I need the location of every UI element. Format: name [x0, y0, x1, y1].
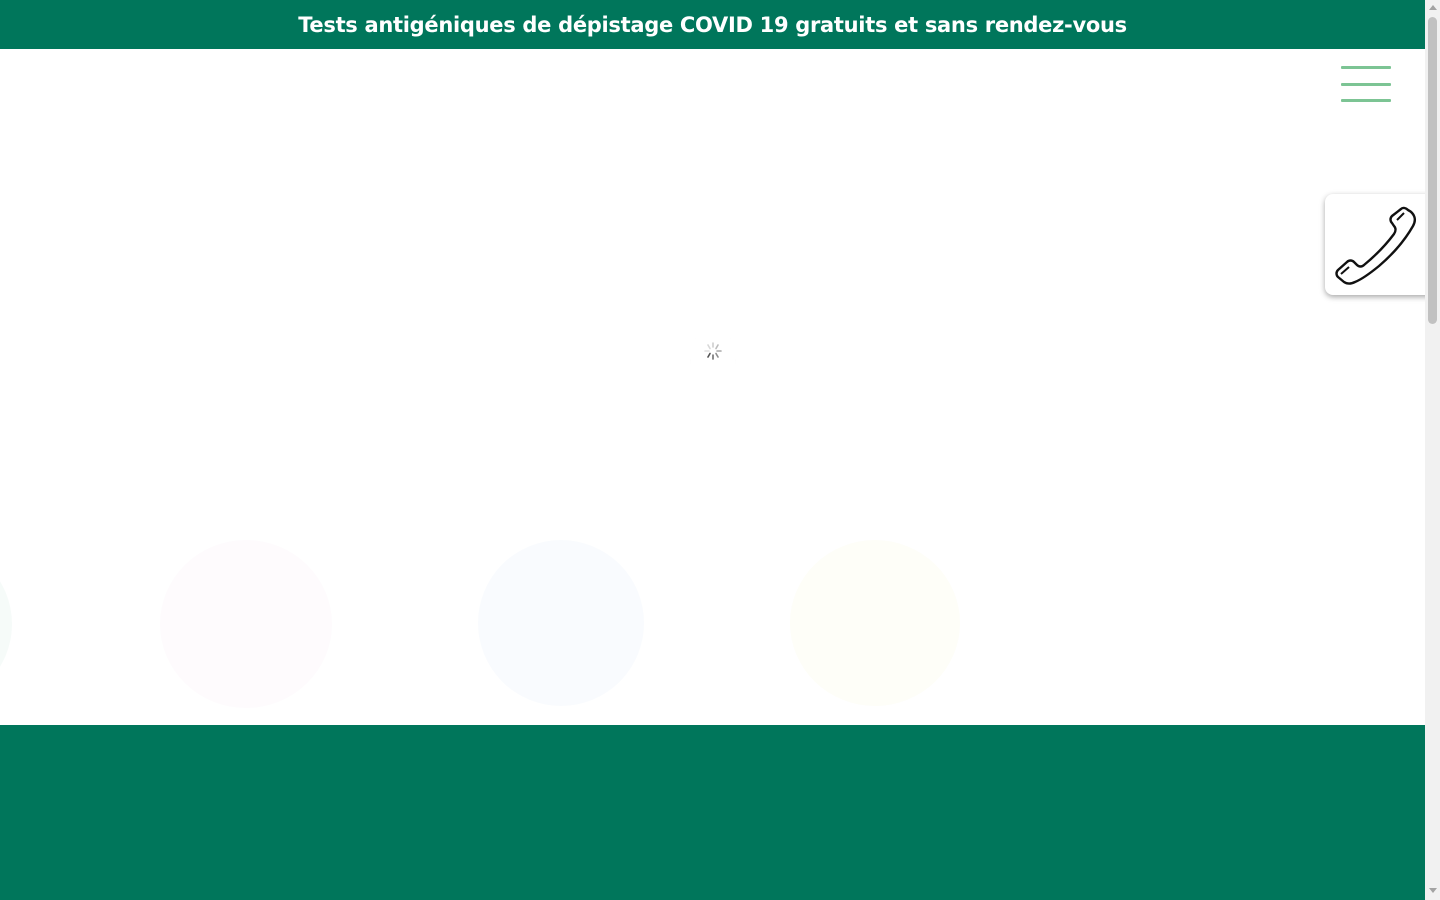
scrollbar-thumb[interactable] [1428, 17, 1437, 324]
feature-circle-2 [160, 540, 332, 708]
scroll-down-arrow-icon[interactable] [1429, 888, 1437, 893]
feature-circle-4 [790, 540, 960, 706]
vertical-scrollbar[interactable] [1425, 0, 1440, 900]
loading-indicator [690, 338, 736, 364]
hamburger-menu-icon[interactable] [1341, 66, 1391, 103]
banner-text: Tests antigéniques de dépistage COVID 19… [298, 12, 1127, 37]
feature-circle-1 [0, 540, 12, 708]
phone-call-button[interactable] [1325, 194, 1425, 295]
phone-icon [1335, 206, 1416, 285]
menu-bar-middle [1341, 83, 1391, 86]
page: Tests antigéniques de dépistage COVID 19… [0, 0, 1425, 900]
top-announcement-banner: Tests antigéniques de dépistage COVID 19… [0, 0, 1425, 49]
loading-spinner-icon [704, 342, 722, 360]
menu-bar-bottom [1341, 99, 1391, 102]
scroll-up-arrow-icon[interactable] [1429, 5, 1437, 10]
green-section-band [0, 725, 1425, 900]
feature-circle-3 [478, 540, 644, 706]
menu-bar-top [1341, 66, 1391, 69]
